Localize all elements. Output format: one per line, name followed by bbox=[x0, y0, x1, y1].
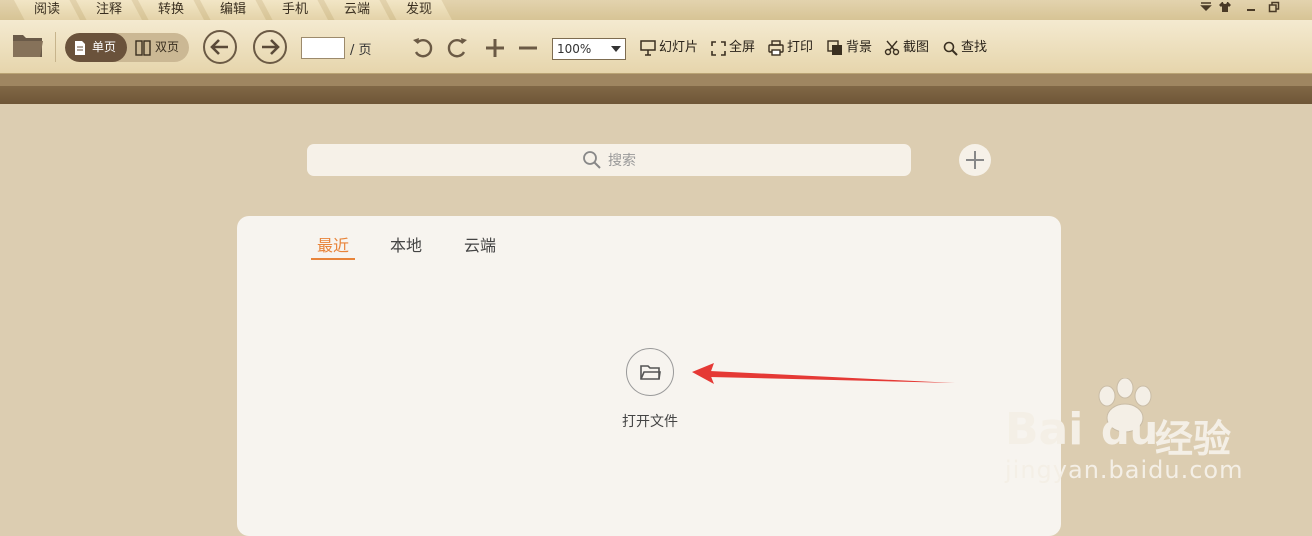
dropdown-icon[interactable] bbox=[1196, 1, 1216, 17]
menu-tab-mobile[interactable]: 手机 bbox=[262, 0, 328, 20]
page-number-input[interactable] bbox=[301, 37, 345, 59]
watermark-brand2: du bbox=[1101, 408, 1159, 454]
menu-tab-annotate[interactable]: 注释 bbox=[76, 0, 142, 20]
previous-page-button[interactable] bbox=[203, 30, 237, 64]
menu-bar: 阅读 注释 转换 编辑 手机 云端 发现 bbox=[0, 0, 1312, 20]
plus-icon bbox=[966, 151, 984, 169]
watermark-product: 经验 bbox=[1155, 417, 1232, 461]
search-bar[interactable]: 搜索 bbox=[307, 144, 911, 176]
skin-icon[interactable] bbox=[1215, 1, 1235, 17]
menu-tab-convert[interactable]: 转换 bbox=[138, 0, 204, 20]
annotation-arrow bbox=[692, 363, 955, 384]
zoom-in-button[interactable] bbox=[484, 37, 506, 63]
header-band bbox=[0, 74, 1312, 104]
watermark-url: jingyan.baidu.com bbox=[1005, 456, 1244, 484]
background-icon bbox=[827, 40, 842, 55]
print-button[interactable]: 打印 bbox=[768, 39, 813, 57]
background-button[interactable]: 背景 bbox=[827, 39, 872, 57]
double-page-icon bbox=[135, 40, 151, 56]
menu-tab-cloud[interactable]: 云端 bbox=[324, 0, 390, 20]
folder-icon bbox=[13, 35, 43, 57]
rotate-left-button[interactable] bbox=[411, 36, 435, 64]
find-button[interactable]: 查找 bbox=[943, 39, 987, 57]
menu-tab-read[interactable]: 阅读 bbox=[14, 0, 80, 20]
view-toggle: 单页 双页 bbox=[65, 33, 189, 62]
screenshot-button[interactable]: 截图 bbox=[884, 39, 929, 57]
restore-icon[interactable] bbox=[1264, 1, 1284, 17]
open-file-label: 打开文件 bbox=[622, 414, 678, 430]
single-page-icon bbox=[75, 41, 85, 55]
single-page-button[interactable]: 单页 bbox=[65, 33, 127, 62]
menu-tab-edit[interactable]: 编辑 bbox=[200, 0, 266, 20]
watermark-brand: Bai bbox=[1005, 404, 1084, 455]
slideshow-icon bbox=[640, 40, 656, 56]
zoom-select[interactable]: 100% bbox=[552, 38, 626, 60]
rotate-right-icon bbox=[447, 38, 467, 58]
baidu-watermark: Bai du 经验 jingyan.baidu.com bbox=[1005, 378, 1305, 488]
scissors-icon bbox=[884, 40, 900, 56]
minus-icon bbox=[519, 46, 537, 50]
fullscreen-icon bbox=[711, 40, 726, 56]
toolbar-divider bbox=[55, 32, 56, 62]
tab-local[interactable]: 本地 bbox=[390, 232, 422, 258]
arrow-right-icon bbox=[262, 39, 280, 55]
print-icon bbox=[768, 40, 784, 56]
open-file-button[interactable] bbox=[626, 348, 674, 396]
arrow-left-icon bbox=[210, 39, 228, 55]
zoom-out-button[interactable] bbox=[517, 37, 539, 63]
search-icon bbox=[583, 151, 601, 169]
search-icon bbox=[943, 41, 958, 56]
rotate-right-button[interactable] bbox=[445, 36, 469, 64]
search-placeholder: 搜索 bbox=[608, 153, 636, 169]
next-page-button[interactable] bbox=[253, 30, 287, 64]
minimize-icon[interactable] bbox=[1241, 1, 1261, 17]
tab-cloud[interactable]: 云端 bbox=[464, 232, 496, 258]
toolbar: 单页 双页 / 页 100% 幻灯片 全屏 打印 背景 截图 查找 bbox=[0, 20, 1312, 74]
add-button[interactable] bbox=[959, 144, 991, 176]
open-folder-button[interactable] bbox=[11, 31, 45, 63]
plus-icon bbox=[486, 39, 504, 57]
page-suffix: / 页 bbox=[350, 43, 372, 58]
chevron-down-icon bbox=[611, 46, 621, 52]
slideshow-button[interactable]: 幻灯片 bbox=[640, 39, 698, 57]
menu-tab-discover[interactable]: 发现 bbox=[386, 0, 452, 20]
rotate-left-icon bbox=[413, 38, 433, 58]
fullscreen-button[interactable]: 全屏 bbox=[711, 39, 755, 57]
folder-open-icon bbox=[640, 365, 661, 380]
tab-recent[interactable]: 最近 bbox=[311, 232, 356, 260]
